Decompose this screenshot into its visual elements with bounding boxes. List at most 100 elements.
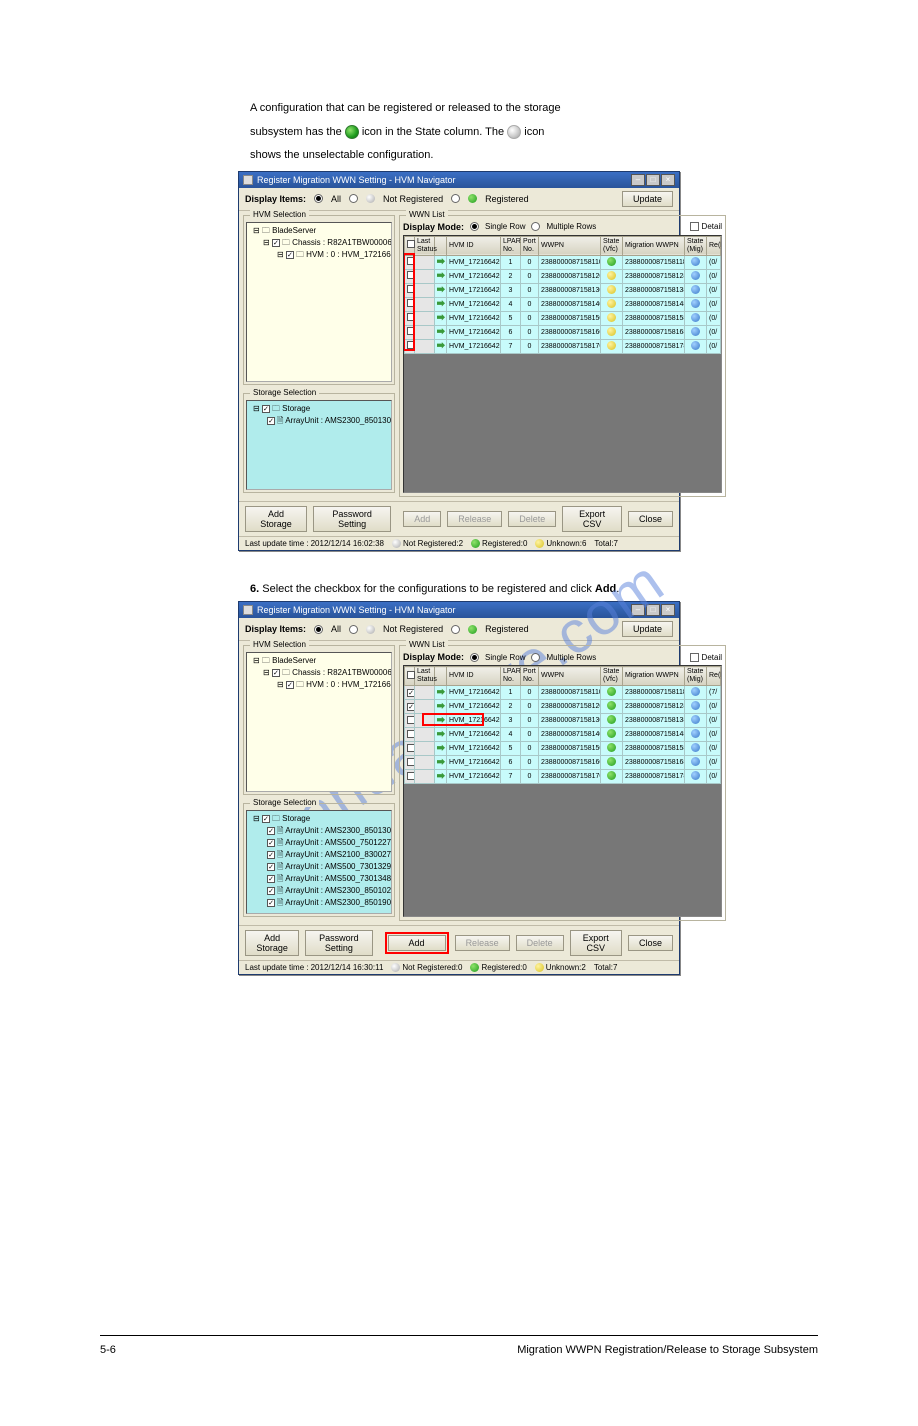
row-checkbox[interactable] — [407, 758, 415, 766]
tree-chassis-2[interactable]: Chassis : R82A1TBW000064 S/N02 — [292, 668, 392, 677]
storage-array-item[interactable]: 🗎 ArrayUnit : AMS2300_85013078 — [249, 825, 389, 837]
wwn-table-1[interactable]: Last Status HVM ID LPAR No. Port No. WWP… — [404, 236, 721, 354]
row-checkbox[interactable] — [407, 744, 415, 752]
storage-array-item[interactable]: 🗎 ArrayUnit : AMS2100_83002735 — [249, 849, 389, 861]
add-storage-button-2[interactable]: Add Storage — [245, 930, 299, 956]
tree-array-item[interactable]: ArrayUnit : AMS500_73013485 — [285, 874, 392, 883]
add-button[interactable]: Add — [388, 935, 446, 951]
table-row[interactable]: HVM_172166420 7 0 2388000087158170 23880… — [405, 339, 721, 353]
radio-all-2[interactable] — [314, 625, 323, 634]
detail-checkbox-2[interactable] — [690, 653, 699, 662]
col-migration-wwpn-2[interactable]: Migration WWPN — [623, 667, 685, 686]
col-port[interactable]: Port No. — [521, 236, 539, 255]
table-row[interactable]: HVM_172166420 5 0 2388000087158150 23880… — [405, 311, 721, 325]
row-checkbox[interactable] — [407, 341, 415, 349]
row-checkbox[interactable] — [407, 689, 415, 697]
minimize-button[interactable]: – — [631, 174, 645, 186]
tree-array-1[interactable]: ArrayUnit : AMS2300_85013078 — [285, 416, 392, 425]
tree-bladeserver[interactable]: BladeServer — [272, 226, 316, 235]
col-state-mig[interactable]: State (Mig) — [685, 236, 707, 255]
col-re[interactable]: Re(M — [707, 236, 721, 255]
tree-array-item[interactable]: ArrayUnit : AMS500_75012275 — [285, 838, 392, 847]
titlebar[interactable]: Register Migration WWN Setting - HVM Nav… — [239, 172, 679, 188]
col-port-2[interactable]: Port No. — [521, 667, 539, 686]
radio-registered[interactable] — [451, 194, 460, 203]
tree-array-item[interactable]: ArrayUnit : AMS2300_85010204 — [285, 886, 392, 895]
col-migration-wwpn[interactable]: Migration WWPN — [623, 236, 685, 255]
table-row[interactable]: HVM_172166420 4 0 2388000087158140 23880… — [405, 297, 721, 311]
storage-tree-1[interactable]: ⊟ 🗀 Storage 🗎 ArrayUnit : AMS2300_850130… — [246, 400, 392, 490]
col-wwpn[interactable]: WWPN — [539, 236, 601, 255]
tree-array-item[interactable]: ArrayUnit : AMS2100_83002735 — [285, 850, 392, 859]
tree-storage[interactable]: Storage — [282, 404, 310, 413]
storage-array-item[interactable]: 🗎 ArrayUnit : AMS2300_85019022 — [249, 897, 389, 909]
row-checkbox[interactable] — [407, 716, 415, 724]
maximize-button[interactable]: □ — [646, 174, 660, 186]
storage-array-item[interactable]: 🗎 ArrayUnit : AMS2300_85010204 — [249, 885, 389, 897]
close-window-button[interactable]: × — [661, 174, 675, 186]
radio-multiple-rows[interactable] — [531, 222, 540, 231]
table-row[interactable]: HVM_172166420 1 0 2388000087158110 23880… — [405, 686, 721, 700]
export-csv-button-2[interactable]: Export CSV — [570, 930, 622, 956]
tree-chassis[interactable]: Chassis : R82A1TBW000064 S/N02 — [292, 238, 392, 247]
radio-registered-2[interactable] — [451, 625, 460, 634]
add-storage-button[interactable]: Add Storage — [245, 506, 307, 532]
tree-hvm-2[interactable]: HVM : 0 : HVM_172166420 — [306, 680, 392, 689]
select-all-checkbox-2[interactable] — [407, 671, 415, 679]
titlebar-2[interactable]: Register Migration WWN Setting - HVM Nav… — [239, 602, 679, 618]
row-checkbox[interactable] — [407, 257, 415, 265]
radio-single-row-2[interactable] — [470, 653, 479, 662]
col-wwpn-2[interactable]: WWPN — [539, 667, 601, 686]
hvm-tree[interactable]: ⊟ 🗀 BladeServer ⊟ 🗀 Chassis : R82A1TBW00… — [246, 222, 392, 382]
wwn-table-2[interactable]: Last Status HVM ID LPAR No. Port No. WWP… — [404, 666, 721, 784]
row-checkbox[interactable] — [407, 285, 415, 293]
storage-array-item[interactable]: 🗎 ArrayUnit : AMS500_75012275 — [249, 837, 389, 849]
row-checkbox[interactable] — [407, 703, 415, 711]
close-button-2[interactable]: Close — [628, 935, 673, 951]
password-setting-button[interactable]: Password Setting — [313, 506, 391, 532]
table-row[interactable]: HVM_172166420 4 0 2388000087158140 23880… — [405, 728, 721, 742]
export-csv-button[interactable]: Export CSV — [562, 506, 622, 532]
col-state-vfc[interactable]: State (Vfc) — [601, 236, 623, 255]
radio-single-row[interactable] — [470, 222, 479, 231]
maximize-button-2[interactable]: □ — [646, 604, 660, 616]
row-checkbox[interactable] — [407, 327, 415, 335]
select-all-checkbox[interactable] — [407, 240, 415, 248]
table-row[interactable]: HVM_172166420 3 0 2388000087158130 23880… — [405, 283, 721, 297]
row-checkbox[interactable] — [407, 271, 415, 279]
tree-bladeserver-2[interactable]: BladeServer — [272, 656, 316, 665]
storage-array-item[interactable]: 🗎 ArrayUnit : AMS500_73013292 — [249, 861, 389, 873]
detail-checkbox[interactable] — [690, 222, 699, 231]
col-last-status-2[interactable]: Last Status — [415, 667, 435, 686]
update-button-2[interactable]: Update — [622, 621, 673, 637]
col-lpar-2[interactable]: LPAR No. — [501, 667, 521, 686]
hvm-tree-2[interactable]: ⊟ 🗀 BladeServer ⊟ 🗀 Chassis : R82A1TBW00… — [246, 652, 392, 792]
row-checkbox[interactable] — [407, 730, 415, 738]
close-button[interactable]: Close — [628, 511, 673, 527]
tree-storage-2[interactable]: Storage — [282, 814, 310, 823]
minimize-button-2[interactable]: – — [631, 604, 645, 616]
table-row[interactable]: HVM_172166420 7 0 2388000087158170 23880… — [405, 770, 721, 784]
radio-multiple-rows-2[interactable] — [531, 653, 540, 662]
col-state-vfc-2[interactable]: State (Vfc) — [601, 667, 623, 686]
col-hvm-id-2[interactable]: HVM ID — [447, 667, 501, 686]
radio-all[interactable] — [314, 194, 323, 203]
col-state-mig-2[interactable]: State (Mig) — [685, 667, 707, 686]
tree-array-item[interactable]: ArrayUnit : AMS2300_85013078 — [285, 826, 392, 835]
password-setting-button-2[interactable]: Password Setting — [305, 930, 372, 956]
radio-not-registered[interactable] — [349, 194, 358, 203]
storage-tree-2[interactable]: ⊟ 🗀 Storage 🗎 ArrayUnit : AMS2300_850130… — [246, 810, 392, 914]
table-row[interactable]: HVM_172166420 2 0 2388000087158120 23880… — [405, 700, 721, 714]
radio-not-registered-2[interactable] — [349, 625, 358, 634]
table-row[interactable]: HVM_172166420 2 0 2388000087158120 23880… — [405, 269, 721, 283]
col-re-2[interactable]: Re(M — [707, 667, 721, 686]
table-row[interactable]: HVM_172166420 1 0 2388000087158110 23880… — [405, 255, 721, 269]
tree-array-item[interactable]: ArrayUnit : AMS2300_85019022 — [285, 898, 392, 907]
row-checkbox[interactable] — [407, 313, 415, 321]
table-row[interactable]: HVM_172166420 6 0 2388000087158160 23880… — [405, 325, 721, 339]
tree-array-item[interactable]: ArrayUnit : AMS500_73013292 — [285, 862, 392, 871]
table-row[interactable]: HVM_172166420 6 0 2388000087158160 23880… — [405, 756, 721, 770]
table-row[interactable]: HVM_172166420 3 0 2388000087158130 23880… — [405, 714, 721, 728]
row-checkbox[interactable] — [407, 299, 415, 307]
storage-array-item[interactable]: 🗎 ArrayUnit : AMS500_73013485 — [249, 873, 389, 885]
